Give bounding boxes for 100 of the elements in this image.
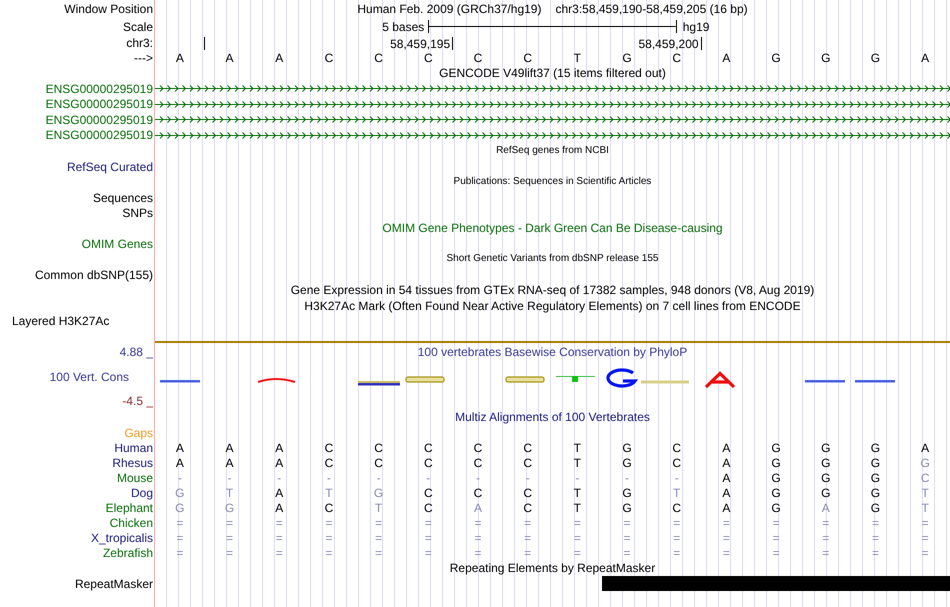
ruler-tick-label: 58,459,200: [638, 37, 702, 50]
aligned-base: =: [226, 530, 234, 544]
aligned-base: =: [772, 516, 780, 530]
scale-label: Scale: [122, 20, 153, 34]
window-position-label: Window Position: [64, 2, 153, 16]
aligned-base: =: [176, 530, 184, 544]
gene-label[interactable]: ENSG00000295019: [46, 112, 153, 127]
aligned-base: C: [474, 456, 482, 470]
aligned-base: A: [722, 486, 730, 500]
track-title: Repeating Elements by RepeatMasker: [450, 561, 656, 575]
track-label[interactable]: Sequences: [92, 190, 153, 204]
aligned-base: -: [277, 470, 282, 484]
aligned-base: -: [575, 470, 580, 484]
aligned-base: A: [226, 440, 234, 454]
aligned-base: T: [226, 486, 234, 500]
aligned-base: A: [275, 500, 284, 514]
aligned-base: =: [424, 546, 432, 560]
aligned-base: A: [722, 456, 730, 470]
aligned-base: =: [474, 530, 482, 544]
aligned-base: =: [276, 530, 283, 544]
gene-label[interactable]: ENSG00000295019: [46, 128, 153, 142]
aligned-base: -: [376, 470, 381, 484]
aligned-base: =: [673, 530, 680, 544]
aligned-base: A: [226, 456, 234, 470]
scale-length-label: 5 bases: [382, 20, 426, 34]
aligned-base: C: [474, 440, 482, 454]
aligned-base: =: [722, 530, 730, 544]
aligned-base: C: [523, 456, 532, 470]
strand-label: --->: [134, 50, 153, 64]
aligned-base: =: [424, 530, 432, 544]
aligned-base: -: [625, 470, 630, 484]
aligned-base: T: [574, 500, 582, 514]
aligned-base: G: [771, 470, 781, 484]
aligned-base: =: [574, 530, 581, 544]
aligned-base: -: [326, 470, 331, 484]
base-letter: A: [722, 50, 730, 64]
base-letter: A: [921, 50, 930, 64]
track-label[interactable]: Layered H3K27Ac: [12, 314, 110, 328]
base-letter: G: [821, 50, 830, 64]
aligned-base: =: [722, 546, 730, 560]
aligned-base: C: [920, 470, 930, 484]
aligned-base: G: [771, 500, 781, 514]
aligned-base: T: [574, 440, 582, 454]
aligned-base: -: [426, 470, 430, 484]
species-label[interactable]: Human: [114, 440, 153, 454]
aligned-base: A: [176, 440, 184, 454]
aligned-base: =: [325, 530, 332, 544]
aligned-base: G: [870, 470, 880, 484]
aligned-base: -: [178, 470, 182, 484]
species-label[interactable]: Chicken: [110, 516, 153, 530]
aligned-base: G: [622, 456, 632, 470]
species-label[interactable]: Mouse: [116, 470, 153, 484]
aligned-base: =: [772, 530, 780, 544]
aligned-base: =: [325, 546, 332, 560]
aligned-base: =: [176, 546, 184, 560]
aligned-base: =: [574, 516, 581, 530]
track-label[interactable]: RefSeq Curated: [66, 160, 153, 174]
aligned-base: C: [424, 500, 433, 514]
aligned-base: G: [920, 456, 930, 470]
track-title: Publications: Sequences in Scientific Articles: [454, 175, 652, 189]
gene-label[interactable]: ENSG00000295019: [46, 82, 153, 96]
track-label[interactable]: OMIM Genes: [82, 236, 153, 250]
species-label[interactable]: X_tropicalis: [90, 530, 153, 544]
track-label[interactable]: RepeatMasker: [74, 576, 153, 590]
track-title: RefSeq genes from NCBI: [496, 144, 609, 158]
track-label[interactable]: 100 Vert. Cons: [50, 370, 129, 384]
aligned-base: =: [474, 546, 482, 560]
track-label[interactable]: SNPs: [122, 206, 153, 220]
species-label[interactable]: Zebrafish: [102, 546, 153, 560]
track-title: Short Genetic Variants from dbSNP release 155: [446, 252, 658, 266]
base-letter: G: [870, 50, 880, 64]
gene-label[interactable]: ENSG00000295019: [46, 97, 153, 112]
aligned-base: G: [771, 456, 781, 470]
aligned-base: =: [673, 516, 680, 530]
aligned-base: =: [822, 546, 830, 560]
base-letter: A: [176, 50, 184, 64]
aligned-base: -: [476, 470, 480, 484]
track-label[interactable]: Common dbSNP(155): [34, 268, 153, 282]
aligned-base: =: [624, 516, 631, 530]
aligned-base: C: [523, 500, 532, 514]
aligned-base: C: [424, 440, 433, 454]
aligned-base: =: [624, 546, 631, 560]
aligned-base: =: [176, 516, 184, 530]
aligned-base: C: [672, 456, 682, 470]
aligned-base: =: [375, 546, 382, 560]
aligned-base: G: [175, 500, 185, 514]
aligned-base: =: [722, 516, 730, 530]
aligned-base: =: [424, 516, 432, 530]
aligned-base: A: [474, 500, 482, 514]
aligned-base: A: [722, 470, 730, 484]
aligned-base: A: [275, 486, 284, 500]
species-label[interactable]: Dog: [130, 486, 153, 500]
species-label[interactable]: Rhesus: [112, 456, 153, 470]
aligned-base: =: [276, 546, 283, 560]
aligned-base: G: [870, 440, 880, 454]
aligned-base: A: [722, 440, 730, 454]
species-label[interactable]: Elephant: [106, 500, 153, 514]
aligned-base: C: [424, 456, 433, 470]
aligned-base: C: [474, 486, 482, 500]
assembly-label: hg19: [682, 20, 710, 34]
